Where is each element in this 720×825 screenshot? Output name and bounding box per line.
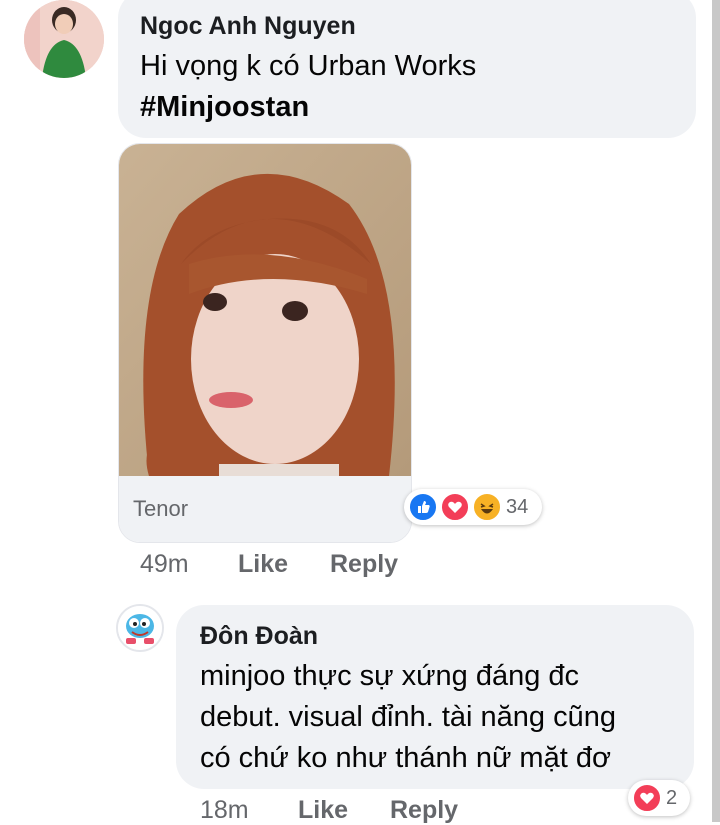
- comment-text-line: có chứ ko như thánh nữ mặt đơ: [200, 742, 611, 774]
- comment-text-line: debut. visual đỉnh. tài năng cũng: [200, 701, 616, 733]
- reaction-count: 2: [666, 787, 678, 809]
- haha-icon: [472, 492, 502, 522]
- comment-author[interactable]: Đôn Đoàn: [200, 622, 318, 651]
- avatar-don-doan[interactable]: [116, 604, 164, 652]
- comment-timestamp[interactable]: 18m: [200, 796, 249, 825]
- comment-text-line: minjoo thực sự xứng đáng đc: [200, 660, 580, 692]
- reply-button[interactable]: Reply: [390, 796, 458, 825]
- gif-source-label: Tenor: [133, 496, 189, 521]
- like-button[interactable]: Like: [238, 550, 288, 579]
- avatar-ngoc-anh-nguyen[interactable]: [24, 0, 104, 78]
- reply-button[interactable]: Reply: [330, 550, 398, 579]
- comment-text: Hi vọng k có Urban Works: [140, 50, 477, 82]
- gif-image: [119, 144, 411, 476]
- like-button[interactable]: Like: [298, 796, 348, 825]
- comment-author[interactable]: Ngoc Anh Nguyen: [140, 12, 356, 41]
- like-icon: [408, 492, 438, 522]
- comment-timestamp[interactable]: 49m: [140, 550, 189, 579]
- hashtag-link[interactable]: #Minjoostan: [140, 87, 309, 127]
- gif-attachment[interactable]: Tenor: [118, 143, 412, 543]
- reactions-summary[interactable]: 2: [628, 780, 690, 816]
- love-icon: [632, 783, 662, 813]
- gif-footer: Tenor: [119, 476, 411, 542]
- reactions-summary[interactable]: 34: [404, 489, 542, 525]
- scrollbar[interactable]: [712, 0, 720, 822]
- love-icon: [440, 492, 470, 522]
- reaction-count: 34: [506, 496, 529, 518]
